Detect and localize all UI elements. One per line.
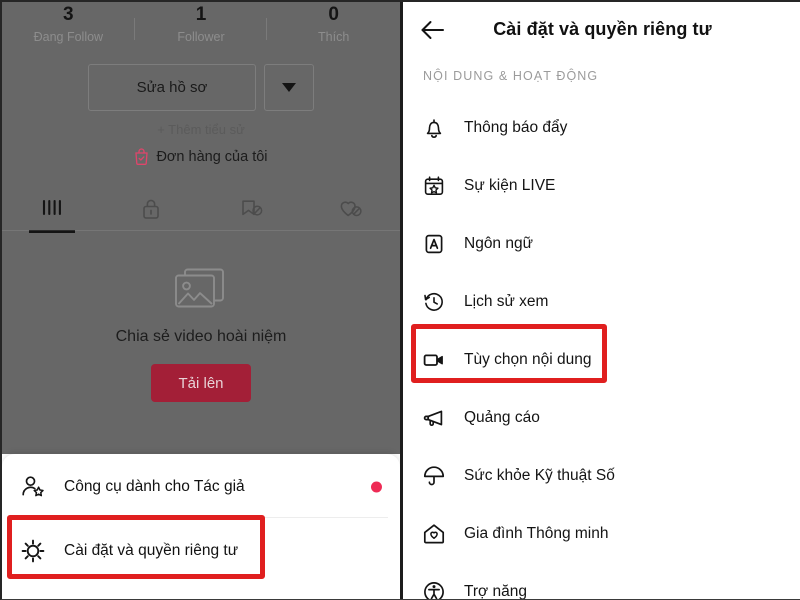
umbrella-icon bbox=[421, 463, 447, 489]
photo-stack-icon bbox=[175, 268, 224, 308]
calendar-star-icon bbox=[421, 173, 447, 199]
profile-bottom-sheet: Công cụ dành cho Tác giả Cài đặt và quyề… bbox=[2, 454, 400, 599]
profile-stats-row: 3 Đang Follow 1 Follower 0 Thích bbox=[2, 4, 400, 54]
settings-item-push-notifications-label: Thông báo đẩy bbox=[464, 119, 568, 136]
page-title: Cài đặt và quyền riêng tư bbox=[493, 19, 712, 39]
settings-item-accessibility[interactable]: Trợ năng bbox=[403, 563, 800, 600]
back-arrow-icon[interactable] bbox=[411, 8, 455, 52]
sheet-item-creator-tools-label: Công cụ dành cho Tác giả bbox=[64, 478, 245, 495]
settings-item-ads-label: Quảng cáo bbox=[464, 409, 540, 426]
profile-more-button[interactable] bbox=[264, 64, 314, 111]
settings-item-watch-history[interactable]: Lịch sử xem bbox=[403, 273, 800, 331]
accessibility-icon bbox=[421, 579, 447, 599]
shopping-bag-check-icon bbox=[134, 148, 149, 165]
sheet-item-settings-privacy[interactable]: Cài đặt và quyền riêng tư bbox=[2, 520, 400, 582]
left-profile-screen: 3 Đang Follow 1 Follower 0 Thích Sửa hồ … bbox=[2, 2, 400, 599]
my-orders-link[interactable]: Đơn hàng của tôi bbox=[2, 148, 400, 165]
settings-item-accessibility-label: Trợ năng bbox=[464, 583, 528, 600]
bookmark-off-icon bbox=[241, 200, 263, 216]
stat-following-label: Đang Follow bbox=[33, 30, 104, 44]
settings-item-live-events[interactable]: Sự kiện LIVE bbox=[403, 157, 800, 215]
settings-item-language-label: Ngôn ngữ bbox=[464, 235, 533, 252]
creator-tools-icon bbox=[18, 472, 48, 502]
profile-tab-bar bbox=[2, 188, 401, 233]
tab-posts[interactable] bbox=[2, 188, 102, 233]
lock-private-icon bbox=[143, 199, 160, 219]
sheet-item-settings-privacy-label: Cài đặt và quyền riêng tư bbox=[64, 542, 239, 559]
empty-state-text: Chia sẻ video hoài niệm bbox=[115, 328, 287, 345]
settings-item-content-preferences[interactable]: Tùy chọn nội dung bbox=[403, 331, 800, 389]
tab-saved[interactable] bbox=[201, 188, 301, 230]
video-camera-icon bbox=[421, 347, 447, 373]
settings-item-ads[interactable]: Quảng cáo bbox=[403, 389, 800, 447]
house-heart-icon bbox=[421, 521, 447, 547]
letter-a-box-icon bbox=[421, 231, 447, 257]
tab-bar-divider bbox=[2, 230, 400, 231]
stat-likes-label: Thích bbox=[318, 30, 350, 44]
settings-item-digital-wellbeing[interactable]: Sức khỏe Kỹ thuật Số bbox=[403, 447, 800, 505]
add-bio-button[interactable]: + Thêm tiểu sử bbox=[2, 122, 400, 137]
profile-action-row: Sửa hồ sơ bbox=[2, 64, 400, 111]
settings-item-digital-wellbeing-label: Sức khỏe Kỹ thuật Số bbox=[464, 467, 615, 484]
sheet-item-creator-tools[interactable]: Công cụ dành cho Tác giả bbox=[2, 456, 400, 518]
stat-followers-label: Follower bbox=[177, 30, 225, 44]
chevron-down-icon bbox=[282, 83, 296, 92]
stat-followers[interactable]: 1 Follower bbox=[135, 4, 268, 54]
stat-likes[interactable]: 0 Thích bbox=[267, 4, 400, 54]
bell-icon bbox=[421, 115, 447, 141]
upload-button[interactable]: Tải lên bbox=[151, 364, 251, 402]
right-settings-screen: Cài đặt và quyền riêng tư NỘI DUNG & HOẠ… bbox=[403, 2, 800, 600]
stat-following-count: 3 bbox=[63, 4, 74, 25]
tab-private[interactable] bbox=[102, 188, 202, 230]
empty-state: Chia sẻ video hoài niệm Tải lên bbox=[2, 264, 400, 402]
settings-item-family-pairing-label: Gia đình Thông minh bbox=[464, 525, 609, 542]
heart-off-icon bbox=[340, 201, 362, 217]
stat-likes-count: 0 bbox=[328, 4, 339, 25]
settings-item-live-events-label: Sự kiện LIVE bbox=[464, 177, 556, 194]
edit-profile-button[interactable]: Sửa hồ sơ bbox=[88, 64, 256, 111]
my-orders-label: Đơn hàng của tôi bbox=[156, 148, 268, 165]
stat-following[interactable]: 3 Đang Follow bbox=[2, 4, 135, 54]
clock-history-icon bbox=[421, 289, 447, 315]
section-header-content-activity: NỘI DUNG & HOẠT ĐỘNG bbox=[423, 69, 599, 83]
settings-item-push-notifications[interactable]: Thông báo đẩy bbox=[403, 99, 800, 157]
dimmed-profile-content: 3 Đang Follow 1 Follower 0 Thích Sửa hồ … bbox=[2, 2, 400, 454]
screenshot-root: 3 Đang Follow 1 Follower 0 Thích Sửa hồ … bbox=[0, 0, 800, 600]
grid-posts-icon bbox=[42, 199, 61, 216]
settings-item-content-preferences-label: Tùy chọn nội dung bbox=[464, 351, 592, 368]
settings-item-watch-history-label: Lịch sử xem bbox=[464, 293, 549, 310]
stat-followers-count: 1 bbox=[195, 4, 207, 25]
sheet-divider bbox=[16, 517, 388, 518]
tab-liked[interactable] bbox=[301, 188, 401, 230]
settings-header: Cài đặt và quyền riêng tư bbox=[403, 2, 800, 57]
settings-item-language[interactable]: Ngôn ngữ bbox=[403, 215, 800, 273]
gear-settings-icon bbox=[18, 536, 48, 566]
notification-dot-badge bbox=[371, 481, 382, 493]
settings-item-family-pairing[interactable]: Gia đình Thông minh bbox=[403, 505, 800, 563]
settings-menu-list: Thông báo đẩy Sự kiện LIVE Ngôn ngữ Lịch… bbox=[403, 99, 800, 600]
megaphone-icon bbox=[421, 405, 447, 431]
